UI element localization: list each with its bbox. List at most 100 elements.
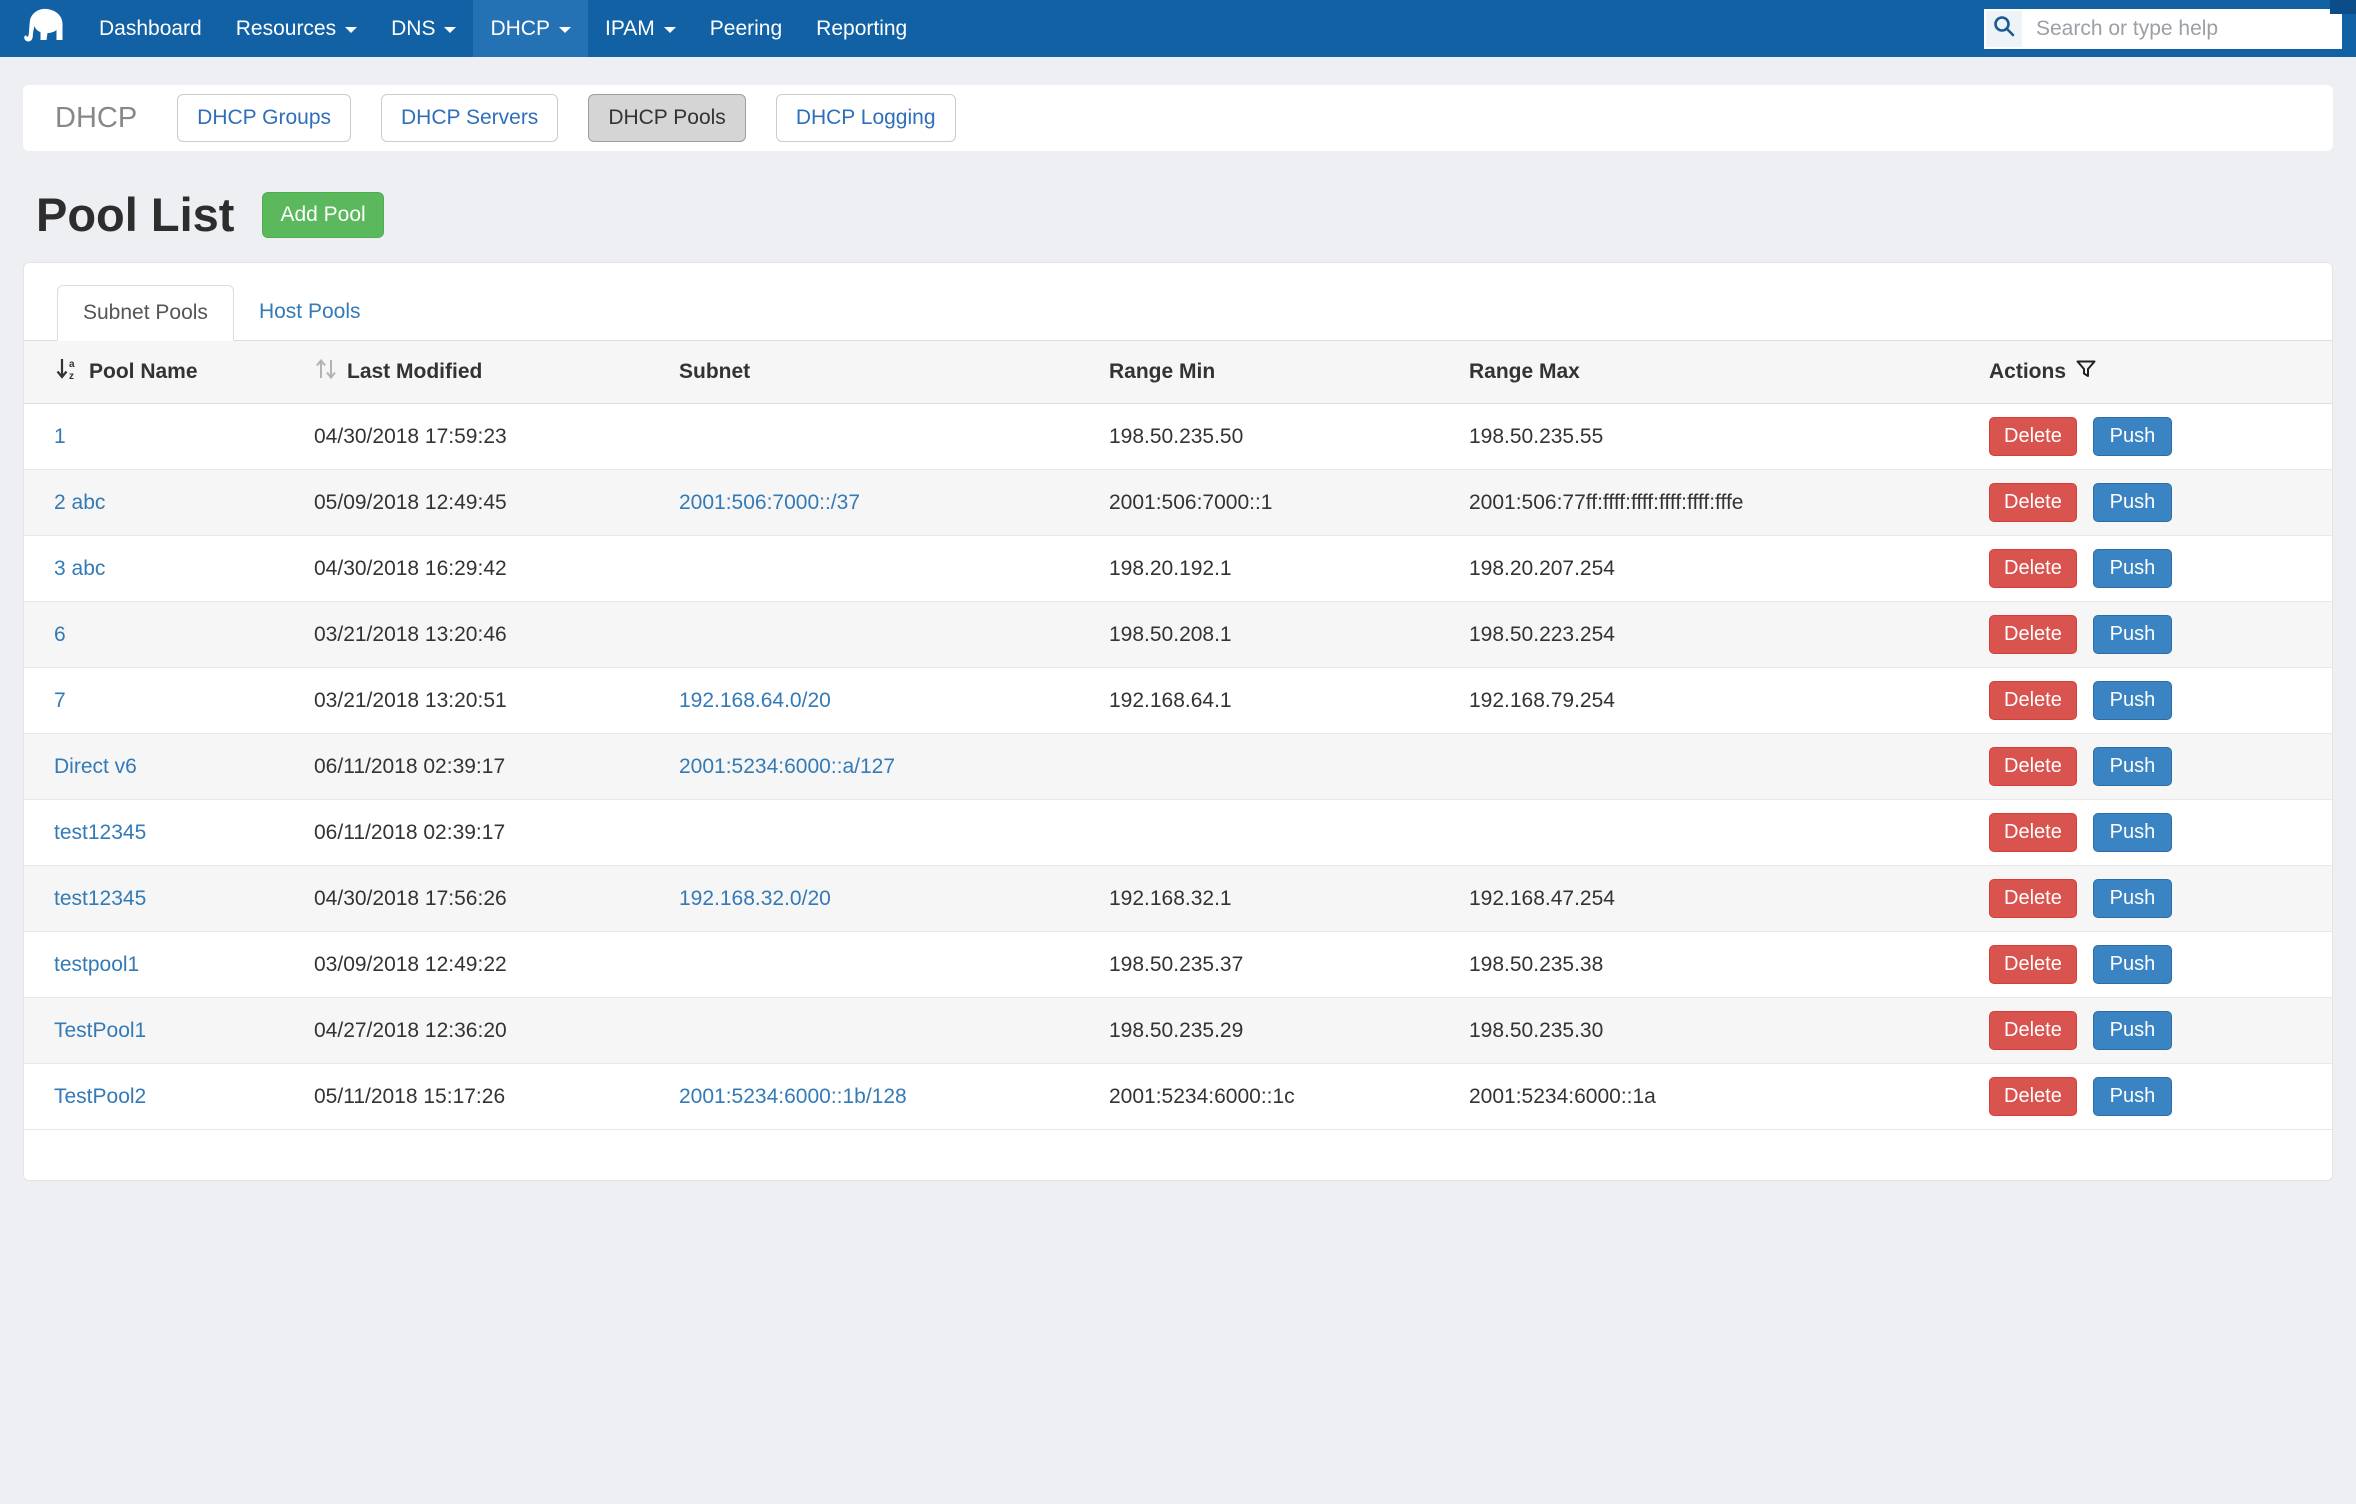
- dhcp-logging-button[interactable]: DHCP Logging: [776, 94, 956, 142]
- col-last-modified[interactable]: Last Modified: [294, 341, 659, 404]
- range-max-text: 198.50.235.55: [1469, 425, 1603, 448]
- table-row: 3 abc 04/30/2018 16:29:42 198.20.192.1 1…: [24, 536, 2332, 602]
- nav-peering[interactable]: Peering: [693, 0, 799, 57]
- subnet-link[interactable]: 192.168.64.0/20: [679, 689, 831, 712]
- push-button[interactable]: Push: [2093, 879, 2173, 918]
- tab-host-pools[interactable]: Host Pools: [234, 285, 386, 341]
- last-modified-text: 03/21/2018 13:20:51: [314, 689, 507, 712]
- push-button[interactable]: Push: [2093, 1011, 2173, 1050]
- nav-dhcp[interactable]: DHCP: [473, 0, 588, 57]
- range-min-text: 198.20.192.1: [1109, 557, 1232, 580]
- subnet-link[interactable]: 192.168.32.0/20: [679, 887, 831, 910]
- search-button[interactable]: [1984, 9, 2024, 49]
- nav-dns[interactable]: DNS: [374, 0, 473, 57]
- table-row: 2 abc 05/09/2018 12:49:45 2001:506:7000:…: [24, 470, 2332, 536]
- chevron-down-icon: [664, 27, 676, 33]
- table-row: test12345 06/11/2018 02:39:17 Delete Pus…: [24, 800, 2332, 866]
- last-modified-text: 04/30/2018 16:29:42: [314, 557, 507, 580]
- push-button[interactable]: Push: [2093, 1077, 2173, 1116]
- delete-button[interactable]: Delete: [1989, 615, 2077, 654]
- nav-dashboard-label: Dashboard: [99, 17, 202, 41]
- subnet-link[interactable]: 2001:506:7000::/37: [679, 491, 860, 514]
- pool-name-link[interactable]: testpool1: [54, 953, 139, 976]
- pool-name-link[interactable]: 7: [54, 689, 66, 712]
- delete-button[interactable]: Delete: [1989, 549, 2077, 588]
- dhcp-subnav: DHCP DHCP Groups DHCP Servers DHCP Pools…: [23, 85, 2333, 151]
- top-navbar: Dashboard Resources DNS DHCP IPAM Peerin…: [0, 0, 2356, 57]
- app-logo[interactable]: [0, 0, 82, 57]
- nav-reporting[interactable]: Reporting: [799, 0, 924, 57]
- pool-name-link[interactable]: test12345: [54, 821, 146, 844]
- delete-button[interactable]: Delete: [1989, 813, 2077, 852]
- range-max-text: 2001:5234:6000::1a: [1469, 1085, 1656, 1108]
- pool-name-link[interactable]: 1: [54, 425, 66, 448]
- range-max-text: 198.50.223.254: [1469, 623, 1615, 646]
- push-button[interactable]: Push: [2093, 945, 2173, 984]
- range-min-text: 198.50.235.50: [1109, 425, 1243, 448]
- page-header: Pool List Add Pool: [36, 187, 2333, 242]
- nav-menu: Dashboard Resources DNS DHCP IPAM Peerin…: [82, 0, 924, 57]
- col-pool-name[interactable]: a z Pool Name: [24, 341, 294, 404]
- delete-button[interactable]: Delete: [1989, 945, 2077, 984]
- push-button[interactable]: Push: [2093, 813, 2173, 852]
- push-button[interactable]: Push: [2093, 483, 2173, 522]
- push-button[interactable]: Push: [2093, 747, 2173, 786]
- table-row: TestPool2 05/11/2018 15:17:26 2001:5234:…: [24, 1064, 2332, 1130]
- range-min-text: 192.168.32.1: [1109, 887, 1232, 910]
- col-range-min: Range Min: [1089, 341, 1449, 404]
- nav-ipam-label: IPAM: [605, 17, 655, 41]
- nav-reporting-label: Reporting: [816, 17, 907, 41]
- tab-subnet-pools[interactable]: Subnet Pools: [57, 285, 234, 341]
- delete-button[interactable]: Delete: [1989, 747, 2077, 786]
- search-icon: [1992, 14, 2016, 44]
- table-row: test12345 04/30/2018 17:56:26 192.168.32…: [24, 866, 2332, 932]
- push-button[interactable]: Push: [2093, 681, 2173, 720]
- table-header-row: a z Pool Name: [24, 341, 2332, 404]
- dhcp-pools-button[interactable]: DHCP Pools: [588, 94, 746, 142]
- nav-dashboard[interactable]: Dashboard: [82, 0, 219, 57]
- delete-button[interactable]: Delete: [1989, 879, 2077, 918]
- nav-dhcp-label: DHCP: [490, 17, 550, 41]
- subnet-link[interactable]: 2001:5234:6000::a/127: [679, 755, 895, 778]
- range-min-text: 192.168.64.1: [1109, 689, 1232, 712]
- pool-table-body: 1 04/30/2018 17:59:23 198.50.235.50 198.…: [24, 404, 2332, 1130]
- pool-name-link[interactable]: TestPool1: [54, 1019, 146, 1042]
- pool-name-link[interactable]: 2 abc: [54, 491, 105, 514]
- push-button[interactable]: Push: [2093, 615, 2173, 654]
- filter-funnel-icon[interactable]: [2075, 358, 2097, 386]
- last-modified-text: 05/11/2018 15:17:26: [314, 1085, 505, 1108]
- nav-ipam[interactable]: IPAM: [588, 0, 693, 57]
- dhcp-groups-button[interactable]: DHCP Groups: [177, 94, 351, 142]
- push-button[interactable]: Push: [2093, 549, 2173, 588]
- pool-name-link[interactable]: test12345: [54, 887, 146, 910]
- col-range-max: Range Max: [1449, 341, 1969, 404]
- range-min-text: 198.50.208.1: [1109, 623, 1232, 646]
- pool-name-link[interactable]: TestPool2: [54, 1085, 146, 1108]
- delete-button[interactable]: Delete: [1989, 1077, 2077, 1116]
- last-modified-text: 04/27/2018 12:36:20: [314, 1019, 507, 1042]
- page-title: Pool List: [36, 187, 234, 242]
- svg-text:a: a: [69, 359, 75, 370]
- sort-alpha-desc-icon: a z: [54, 356, 80, 388]
- pool-list-card: Subnet Pools Host Pools a z: [23, 262, 2333, 1181]
- add-pool-button[interactable]: Add Pool: [262, 192, 383, 238]
- pool-name-link[interactable]: Direct v6: [54, 755, 137, 778]
- chevron-down-icon: [444, 27, 456, 33]
- delete-button[interactable]: Delete: [1989, 483, 2077, 522]
- chevron-down-icon: [345, 27, 357, 33]
- table-row: 1 04/30/2018 17:59:23 198.50.235.50 198.…: [24, 404, 2332, 470]
- last-modified-text: 04/30/2018 17:56:26: [314, 887, 507, 910]
- dhcp-servers-button[interactable]: DHCP Servers: [381, 94, 558, 142]
- subnet-link[interactable]: 2001:5234:6000::1b/128: [679, 1085, 907, 1108]
- nav-resources[interactable]: Resources: [219, 0, 374, 57]
- push-button[interactable]: Push: [2093, 417, 2173, 456]
- delete-button[interactable]: Delete: [1989, 1011, 2077, 1050]
- search-input[interactable]: [2024, 9, 2342, 49]
- col-pool-name-label: Pool Name: [89, 360, 198, 384]
- pool-name-link[interactable]: 6: [54, 623, 66, 646]
- range-max-text: 2001:506:77ff:ffff:ffff:ffff:ffff:fffe: [1469, 491, 1743, 514]
- range-max-text: 198.50.235.38: [1469, 953, 1603, 976]
- delete-button[interactable]: Delete: [1989, 417, 2077, 456]
- delete-button[interactable]: Delete: [1989, 681, 2077, 720]
- pool-name-link[interactable]: 3 abc: [54, 557, 105, 580]
